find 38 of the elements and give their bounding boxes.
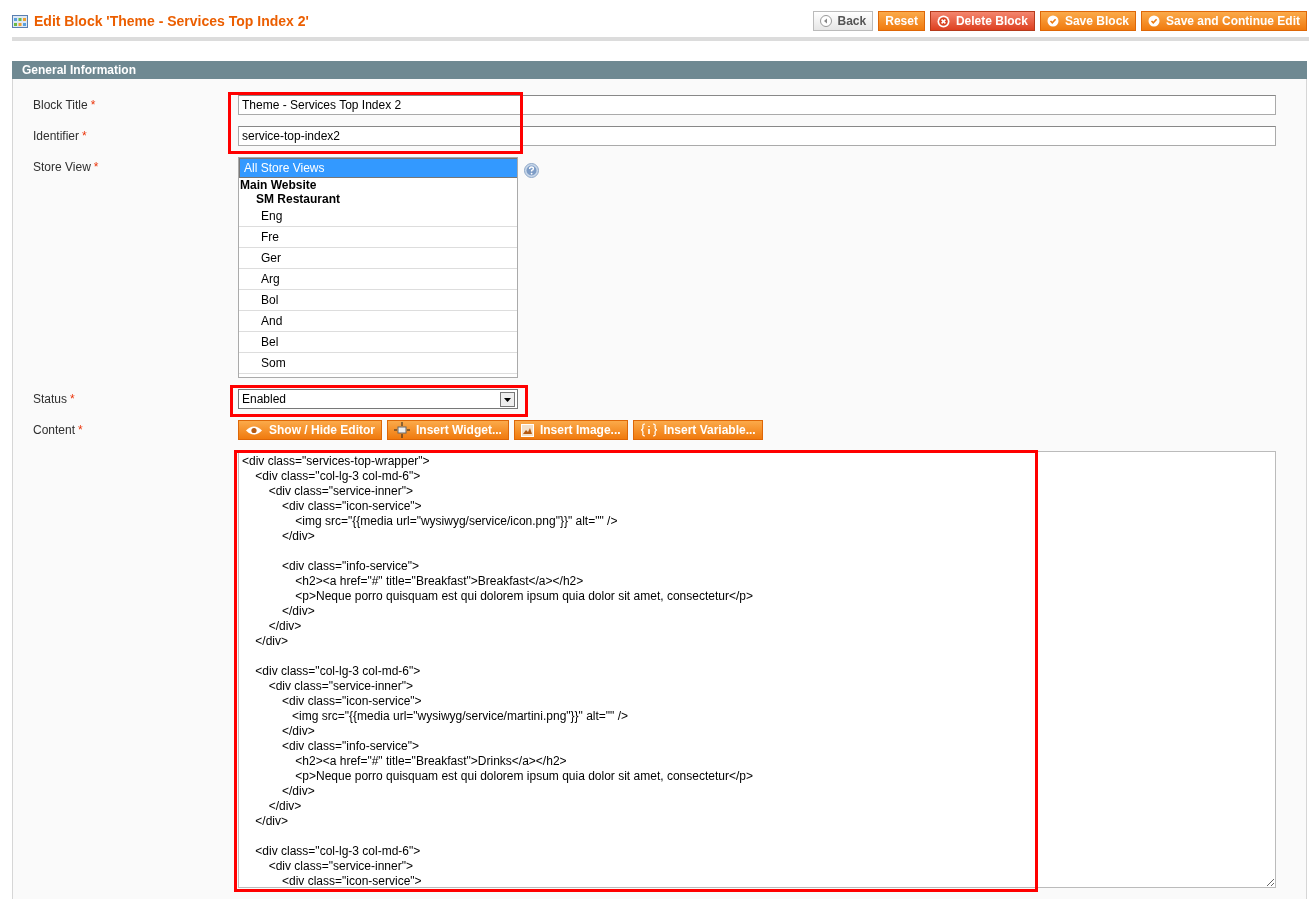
field-label: Content: [33, 423, 76, 437]
store-view-option[interactable]: And: [239, 311, 517, 332]
store-view-option[interactable]: Fre: [239, 227, 517, 248]
checkmark-icon: [1148, 15, 1160, 27]
store-group-label: Main Website: [239, 178, 318, 192]
required-mark: *: [78, 423, 83, 437]
block-title-field[interactable]: Theme - Services Top Index 2: [238, 95, 1276, 115]
field-label: Store View: [33, 160, 91, 174]
image-icon: [520, 423, 534, 437]
grid-icon: [12, 14, 28, 28]
status-dropdown[interactable]: Enabled: [238, 389, 518, 409]
help-icon[interactable]: [524, 163, 539, 178]
widget-icon: [394, 422, 410, 438]
field-label: Identifier: [33, 129, 80, 143]
page-title: Edit Block 'Theme - Services Top Index 2': [34, 13, 309, 29]
required-mark: *: [93, 160, 99, 174]
required-mark: *: [82, 129, 87, 143]
store-view-option[interactable]: Arg: [239, 269, 517, 290]
required-mark: *: [70, 392, 75, 406]
checkmark-icon: [1046, 15, 1059, 27]
store-view-option[interactable]: Bel: [239, 332, 517, 353]
required-mark: *: [90, 98, 96, 112]
field-label: Status: [33, 392, 68, 406]
cancel-icon: [936, 14, 950, 28]
back-button[interactable]: Back: [812, 11, 874, 31]
store-view-option[interactable]: Som: [239, 353, 517, 374]
content-editor-field[interactable]: <div class="services-top-wrapper"> <div class="col-lg-3 col-md-6"> <div class="service-inner"> <div class="icon-service"> <img src="{{media url="wysiwyg/service/icon.png"}}" alt="" /> </div> <div class="info-service"> <h2><a href="#" title="Breakfast">Breakfast</a></h2> <p>Neque porro quisquam est qui dolorem ipsum quia dolor sit amet, consectetur</p> </div> </div> </div> <div class="col-lg-3 col-md-6"> <div class="service-inner"> <div class="icon-service"> <img src="{{media url="wysiwyg/service/martini.png"}}" alt="" /> </div> <div class="info-service"> <h2><a href="#" title="Breakfast">Drinks</a></h2> <p>Neque porro quisquam est qui dolorem ipsum quia dolor sit amet, consectetur</p> </div> </div> </div> <div class="col-lg-3 col-md-6"> <div class="service-inner"> <div class="icon-service">: [238, 451, 1276, 888]
store-view-option[interactable]: Bol: [239, 290, 517, 311]
store-view-option[interactable]: Eng: [239, 206, 517, 227]
store-group-label: SM Restaurant: [255, 192, 342, 206]
eye-icon: [245, 424, 263, 436]
identifier-field[interactable]: service-top-index2: [238, 126, 1276, 146]
back-icon: [819, 15, 832, 27]
field-label: Block Title: [33, 98, 88, 112]
store-view-list[interactable]: All Store Views Main Website SM Restaurant Eng Fre Ger Arg Bol And Bel Som: [238, 157, 518, 378]
store-view-option[interactable]: Ger: [239, 248, 517, 269]
variable-icon: [639, 423, 658, 437]
section-header: General Information: [12, 61, 1307, 79]
